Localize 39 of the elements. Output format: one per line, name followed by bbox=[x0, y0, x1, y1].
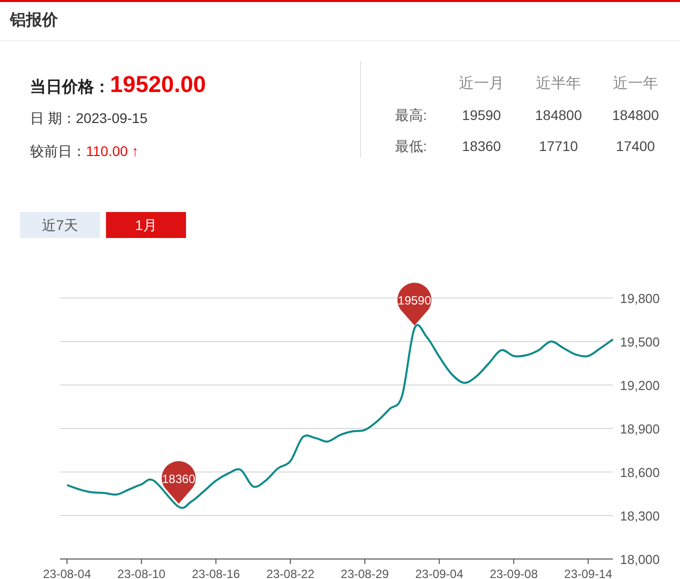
change-label: 较前日： bbox=[30, 142, 86, 161]
x-axis-label: 23-09-14 bbox=[564, 567, 612, 579]
y-axis-label: 18,300 bbox=[620, 508, 660, 524]
y-axis-label: 18,900 bbox=[620, 422, 660, 436]
row-label: 最高: bbox=[395, 106, 428, 125]
column-header: 近半年 bbox=[535, 74, 582, 94]
y-axis-label: 18,600 bbox=[620, 465, 660, 480]
table-cell-text: 17400 bbox=[615, 137, 656, 156]
column-header: 近一年 bbox=[612, 74, 659, 94]
y-axis-label: 19,500 bbox=[620, 334, 660, 350]
x-axis-label: 23-08-10 bbox=[117, 567, 166, 579]
table-cell-text: 184800 bbox=[611, 106, 660, 125]
y-axis-label: 19,800 bbox=[620, 291, 660, 306]
price-label: 当日价格： bbox=[30, 78, 110, 98]
x-axis-label: 23-09-08 bbox=[490, 567, 538, 579]
y-axis-label: 18,000 bbox=[620, 552, 660, 567]
row-label: 最低: bbox=[395, 137, 428, 156]
y-axis-label: 19,200 bbox=[620, 378, 660, 393]
change-value: 110.00 ↑ bbox=[86, 142, 139, 161]
x-axis-label: 23-08-29 bbox=[340, 567, 389, 579]
range-tab[interactable]: 1月 bbox=[106, 212, 186, 238]
panel-title: 铝报价 bbox=[10, 10, 58, 31]
x-axis-label: 23-08-04 bbox=[42, 567, 92, 579]
range-tab[interactable]: 近7天 bbox=[20, 212, 100, 238]
date-value: 2023-09-15 bbox=[76, 109, 148, 128]
pin-marker bbox=[162, 461, 196, 504]
x-axis-label: 23-09-04 bbox=[415, 567, 464, 579]
price-value: 19520.00 bbox=[110, 70, 206, 99]
x-axis-label: 23-08-22 bbox=[266, 567, 314, 579]
date-label: 日 期： bbox=[30, 109, 76, 128]
marker-label: 18360 bbox=[162, 472, 196, 486]
x-axis-label: 23-08-16 bbox=[192, 567, 240, 579]
table-cell-text: 17710 bbox=[538, 137, 579, 156]
table-cell-text: 18360 bbox=[461, 137, 502, 156]
table-cell-text: 184800 bbox=[534, 106, 583, 125]
column-header: 近一月 bbox=[458, 74, 505, 94]
marker-label: 19590 bbox=[398, 293, 432, 308]
table-cell-text: 19590 bbox=[461, 106, 502, 125]
pin-marker bbox=[397, 282, 432, 326]
